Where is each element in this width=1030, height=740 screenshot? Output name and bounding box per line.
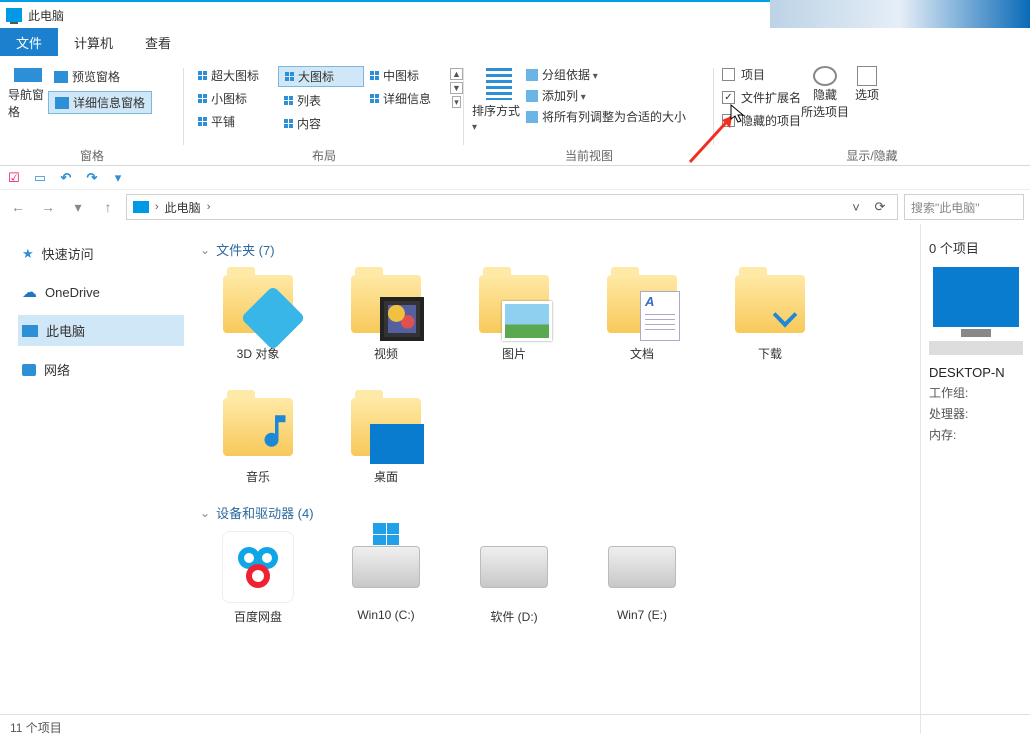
refresh-button[interactable]: ⟳ — [869, 199, 891, 215]
details-header: 0 个项目 — [929, 238, 1022, 257]
folder-videos[interactable]: 视频 — [340, 269, 432, 362]
group-layout-label: 布局 — [192, 147, 456, 165]
qat-redo-icon[interactable]: ↷ — [84, 170, 100, 186]
titlebar-overlay — [770, 0, 1030, 28]
layout-xl[interactable]: 超大图标 — [192, 66, 278, 85]
preview-pane-button[interactable]: 预览窗格 — [48, 66, 152, 87]
qat-check-icon[interactable]: ☑ — [6, 170, 22, 186]
details-pc-name: DESKTOP-N — [929, 365, 1022, 380]
qat-dropdown[interactable]: ▾ — [110, 170, 126, 186]
layout-scroll-up[interactable]: ▲ — [450, 68, 463, 80]
layout-tile[interactable]: 平铺 — [192, 112, 278, 131]
section-drives[interactable]: 设备和驱动器 (4) — [200, 503, 910, 522]
quick-access-toolbar: ☑ ▭ ↶ ↷ ▾ — [0, 166, 1030, 190]
folder-music[interactable]: 音乐 — [212, 392, 304, 485]
qat-folder-icon[interactable]: ▭ — [32, 170, 48, 186]
sort-button[interactable]: 排序方式 — [472, 62, 526, 147]
content-area: 文件夹 (7) 3D 对象 视频 图片 文档 下载 — [190, 224, 920, 734]
tree-network[interactable]: 网络 — [18, 354, 184, 385]
layout-s[interactable]: 小图标 — [192, 89, 278, 108]
tree-this-pc[interactable]: 此电脑 — [18, 315, 184, 346]
address-dropdown[interactable]: ˅ — [845, 200, 867, 215]
tree-quick-access[interactable]: ★快速访问 — [18, 238, 184, 269]
keyboard-icon — [929, 341, 1023, 355]
group-showhide-label: 显示/隐藏 — [722, 147, 1022, 165]
drive-baidu[interactable]: 百度网盘 — [212, 532, 304, 625]
pc-icon — [133, 201, 149, 213]
layout-list[interactable]: 列表 — [278, 91, 364, 110]
tab-computer[interactable]: 计算机 — [58, 28, 129, 56]
layout-content[interactable]: 内容 — [278, 114, 364, 133]
hide-selected-button[interactable]: 隐藏 所选项目 — [801, 62, 849, 147]
group-currentview-label: 当前视图 — [472, 147, 706, 165]
details-workgroup: 工作组: — [929, 384, 1022, 401]
nav-recent[interactable]: ▾ — [66, 195, 90, 219]
details-pane: 0 个项目 DESKTOP-N 工作组: 处理器: 内存: — [920, 224, 1030, 734]
section-folders[interactable]: 文件夹 (7) — [200, 240, 910, 259]
folder-documents[interactable]: 文档 — [596, 269, 688, 362]
qat-undo-icon[interactable]: ↶ — [58, 170, 74, 186]
check-file-ext[interactable]: ✓文件扩展名 — [722, 89, 801, 106]
folder-downloads[interactable]: 下载 — [724, 269, 816, 362]
layout-scroll-down[interactable]: ▼ — [450, 82, 463, 94]
folder-3d-objects[interactable]: 3D 对象 — [212, 269, 304, 362]
address-bar[interactable]: › 此电脑 › ˅ ⟳ — [126, 194, 898, 220]
check-hidden-items[interactable]: 隐藏的项目 — [722, 112, 801, 129]
group-panes-label: 窗格 — [8, 147, 176, 165]
nav-pane-button[interactable]: 导航窗格 — [8, 62, 48, 147]
ribbon: 导航窗格 预览窗格 详细信息窗格 窗格 超大图标 小图标 平铺 大图标 列表 内… — [0, 56, 1030, 166]
window-title: 此电脑 — [28, 7, 64, 24]
drive-e[interactable]: Win7 (E:) — [596, 532, 688, 625]
tab-view[interactable]: 查看 — [129, 28, 187, 56]
layout-expand[interactable]: ▾ — [452, 96, 461, 108]
tab-file[interactable]: 文件 — [0, 28, 58, 56]
navigation-tree: ★快速访问 ☁OneDrive 此电脑 网络 — [0, 224, 190, 734]
nav-back[interactable]: ← — [6, 195, 30, 219]
pc-icon — [6, 8, 22, 22]
groupby-button[interactable]: 分组依据 — [526, 66, 686, 83]
status-item-count: 11 个项目 — [10, 719, 62, 736]
check-itemboxes[interactable]: 项目 — [722, 66, 801, 83]
folder-desktop[interactable]: 桌面 — [340, 392, 432, 485]
layout-detail[interactable]: 详细信息 — [364, 89, 450, 108]
drive-c[interactable]: Win10 (C:) — [340, 532, 432, 625]
address-bar-row: ← → ▾ ↑ › 此电脑 › ˅ ⟳ 搜索"此电脑" — [0, 190, 1030, 224]
breadcrumb[interactable]: 此电脑 — [165, 199, 201, 216]
menu-tabs: 文件 计算机 查看 — [0, 28, 1030, 56]
status-bar: 11 个项目 — [0, 714, 1030, 740]
tree-onedrive[interactable]: ☁OneDrive — [18, 277, 184, 307]
drive-d[interactable]: 软件 (D:) — [468, 532, 560, 625]
fitcols-button[interactable]: 将所有列调整为合适的大小 — [526, 108, 686, 125]
monitor-icon — [933, 267, 1019, 327]
nav-up[interactable]: ↑ — [96, 195, 120, 219]
search-input[interactable]: 搜索"此电脑" — [904, 194, 1024, 220]
layout-l[interactable]: 大图标 — [278, 66, 364, 87]
folder-pictures[interactable]: 图片 — [468, 269, 560, 362]
options-button[interactable]: 选项 — [849, 62, 885, 147]
nav-forward[interactable]: → — [36, 195, 60, 219]
layout-m[interactable]: 中图标 — [364, 66, 450, 85]
details-processor: 处理器: — [929, 405, 1022, 422]
details-pane-button[interactable]: 详细信息窗格 — [48, 91, 152, 114]
details-memory: 内存: — [929, 426, 1022, 443]
addcol-button[interactable]: 添加列 — [526, 87, 686, 104]
